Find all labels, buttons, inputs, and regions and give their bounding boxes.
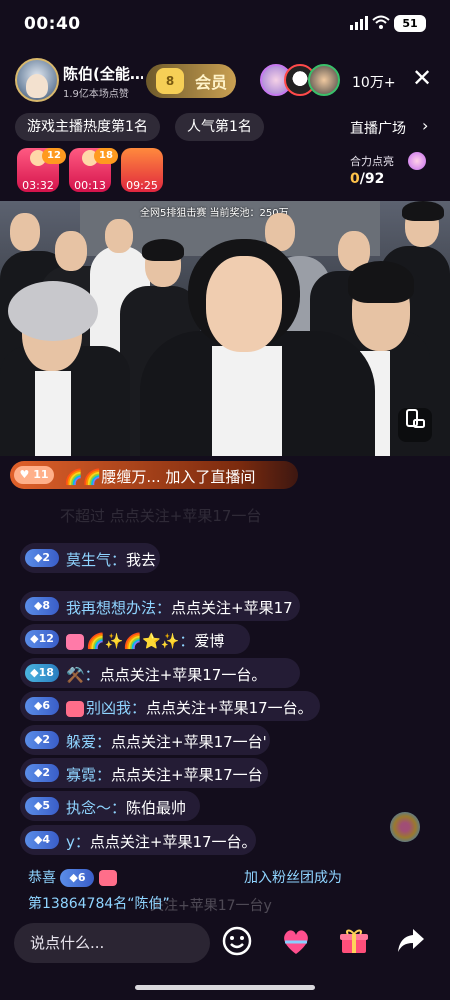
emoji-icon[interactable]	[220, 926, 254, 960]
user-level-badge: ◆12	[25, 630, 59, 648]
person-figure	[35, 371, 71, 456]
host-avatar[interactable]	[15, 58, 59, 102]
share-icon[interactable]	[394, 926, 428, 960]
status-time: 00:40	[24, 14, 81, 34]
chat-message-text: y：点点关注+苹果17一台。	[66, 833, 257, 851]
gift-count-badge: 18	[94, 148, 118, 164]
video-caption: 全网5排狙击赛 当前奖池：250万	[140, 208, 289, 219]
user-level-badge: ◆6	[25, 697, 59, 715]
user-level-badge: ◆6	[60, 869, 95, 887]
person-figure	[105, 219, 133, 253]
live-video[interactable]: 全网5排狙击赛 当前奖池：250万	[0, 201, 450, 456]
fan-club-notice: 恭喜 ◆6	[28, 867, 119, 887]
rank-tag-game-heat[interactable]: 游戏主播热度第1名	[15, 113, 160, 141]
chat-message-text: 躲爱：点点关注+苹果17一台'	[66, 733, 267, 751]
person-figure	[348, 261, 414, 303]
chat-message-text: ⚒️：点点关注+苹果17一台。	[66, 666, 267, 684]
user-level-badge: ◆2	[25, 764, 59, 782]
flower-icon[interactable]	[408, 152, 426, 170]
chat-message-text: 寡霓：点点关注+苹果17一台	[66, 766, 263, 784]
screen-rotate-icon[interactable]	[398, 408, 432, 442]
person-figure	[402, 201, 444, 221]
gift-timer: 03:32	[22, 179, 54, 192]
fan-club-icon	[66, 700, 84, 717]
gift-count-badge: 12	[42, 148, 66, 164]
rank-tag-popularity[interactable]: 人气第1名	[175, 113, 264, 141]
fan-club-rank-text: 第13864784名“陈伯”	[28, 896, 170, 912]
home-indicator[interactable]	[135, 985, 315, 990]
chat-message-text: 我再想想办法：点点关注+苹果17	[66, 599, 293, 617]
faded-message: 不超过 点点关注+苹果17一台	[60, 507, 262, 525]
chat-message-text: 别凶我：点点关注+苹果17一台。	[66, 697, 313, 718]
helian-progress: 0/92	[350, 171, 385, 187]
wifi-icon	[372, 15, 390, 29]
user-level-badge: ◆18	[25, 664, 59, 682]
chevron-right-icon[interactable]: ›	[422, 116, 428, 135]
person-figure	[10, 213, 40, 251]
person-figure	[55, 231, 87, 271]
fan-club-join-text: 加入粉丝团成为	[244, 870, 342, 886]
host-likes: 1.9亿本场点赞	[63, 89, 129, 100]
vip-heart-icon: 8	[156, 68, 184, 94]
vip-label: 会员	[195, 73, 228, 92]
status-bar: 00:40 51	[0, 0, 450, 48]
battery-indicator: 51	[394, 15, 426, 32]
audience-avatar[interactable]	[308, 64, 340, 96]
gift-box-icon[interactable]	[337, 926, 371, 960]
user-level-badge: ◆5	[25, 797, 59, 815]
person-figure	[142, 239, 184, 261]
helian-label[interactable]: 合力点亮	[350, 153, 394, 169]
cell-signal-icon	[350, 16, 368, 30]
chat-message-text: 莫生气：我去	[66, 551, 157, 569]
chat-message-text: 执念～：陈伯最帅	[66, 799, 187, 817]
floating-heart-icon	[390, 812, 420, 842]
join-text: 🌈🌈腰缠万... 加入了直播间	[64, 468, 256, 486]
host-figure	[206, 256, 282, 352]
fan-club-icon	[66, 633, 84, 650]
audience-count[interactable]: 10万+	[352, 72, 396, 92]
comment-input[interactable]: 说点什么...	[14, 923, 210, 963]
heart-gift-icon[interactable]	[279, 926, 313, 960]
fan-club-icon	[98, 870, 117, 886]
fan-level-badge: ♥ 11	[14, 466, 54, 484]
host-figure	[212, 346, 282, 456]
person-figure	[8, 281, 98, 341]
host-name[interactable]: 陈伯(全能…	[63, 63, 143, 84]
user-level-badge: ◆2	[25, 549, 59, 567]
user-level-badge: ◆2	[25, 731, 59, 749]
chat-message-text: 🌈✨🌈⭐✨：爱博	[66, 630, 224, 651]
live-plaza-link[interactable]: 直播广场	[350, 118, 406, 138]
close-icon[interactable]: ✕	[412, 66, 432, 90]
gift-timer: 09:25	[126, 179, 158, 192]
user-level-badge: ◆4	[25, 831, 59, 849]
user-level-badge: ◆8	[25, 597, 59, 615]
gift-timer: 00:13	[74, 179, 106, 192]
